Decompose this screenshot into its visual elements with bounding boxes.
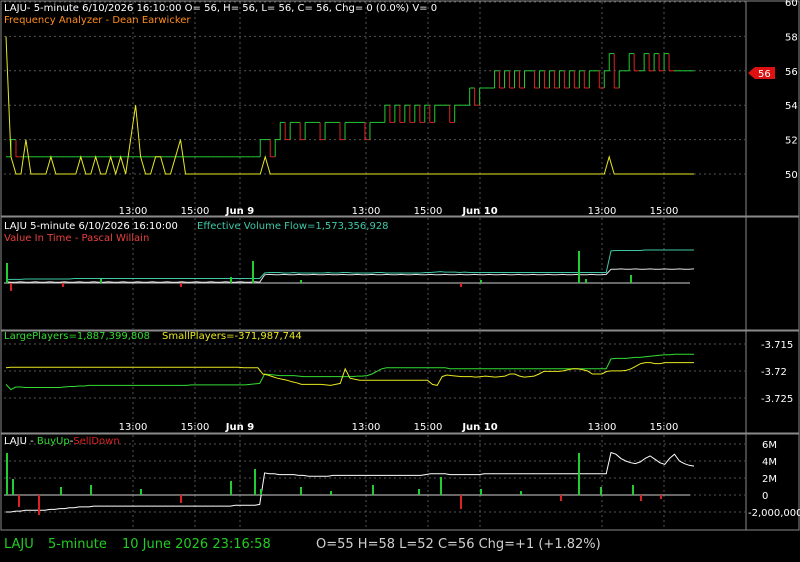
selldown-bar xyxy=(640,495,642,501)
xtick-label: 15:00 xyxy=(650,422,679,433)
p1-ytick-label: 52 xyxy=(785,136,798,147)
p4-ytick-label: -2,000,000 xyxy=(748,508,800,519)
xtick-label: 13:00 xyxy=(588,206,617,217)
volume-bar-down xyxy=(62,283,64,287)
panel1-subtitle: Frequency Analyzer - Dean Earwicker xyxy=(4,15,191,26)
volume-bar-up xyxy=(230,277,232,283)
panel3-large-players: LargePlayers=1,887,399,808 xyxy=(4,331,150,342)
panel4-buyup: BuyUp xyxy=(37,436,70,447)
p3-ytick-label: -3.72 xyxy=(761,367,787,378)
xtick-label: Jun 9 xyxy=(225,422,254,433)
p4-ytick-label: 0 xyxy=(762,491,768,502)
buyup-bar xyxy=(6,453,8,495)
buyup-bar xyxy=(90,485,92,495)
buyup-bar xyxy=(600,487,602,495)
xtick-label: Jun 9 xyxy=(225,206,254,217)
buyup-bar xyxy=(330,491,332,495)
buyup-bar xyxy=(300,487,302,495)
status-ohlc: O=55 H=58 L=52 C=56 Chg=+1 (+1.82%) xyxy=(316,537,601,552)
selldown-bar xyxy=(38,495,40,515)
volume-bar-up xyxy=(300,280,302,283)
volume-bar-down xyxy=(460,283,462,287)
buyup-bar xyxy=(418,489,420,495)
p4-ytick-label: 6M xyxy=(762,440,777,451)
xtick-label: 13:00 xyxy=(588,422,617,433)
p4-ytick-label: 2M xyxy=(762,474,777,485)
xtick-label: 13:00 xyxy=(352,206,381,217)
buyup-bar xyxy=(520,491,522,495)
panel2-volume-flow: Effective Volume Flow=1,573,356,928 xyxy=(197,221,389,232)
xtick-label: 13:00 xyxy=(119,422,148,433)
buyup-bar xyxy=(60,487,62,495)
volume-bar-up xyxy=(100,279,102,283)
xtick-label: 15:00 xyxy=(414,422,443,433)
p1-ytick-label: 60 xyxy=(785,0,798,9)
xtick-label: 15:00 xyxy=(181,422,210,433)
status-interval: 5-minute xyxy=(48,537,107,552)
selldown-bar xyxy=(660,495,662,499)
buyup-bar xyxy=(140,489,142,495)
buyup-bar xyxy=(632,485,634,495)
selldown-bar xyxy=(460,495,462,509)
buyup-bar xyxy=(12,479,14,495)
volume-bar-up xyxy=(630,275,632,283)
panel1-header: LAJU- 5-minute 6/10/2026 16:10:00 O= 56,… xyxy=(4,3,437,14)
xtick-label: 15:00 xyxy=(181,206,210,217)
xtick-label: Jun 10 xyxy=(461,422,497,433)
buyup-bar xyxy=(254,469,256,495)
xtick-label: 15:00 xyxy=(650,206,679,217)
p4-ytick-label: 4M xyxy=(762,457,777,468)
xtick-label: 13:00 xyxy=(119,206,148,217)
p1-ytick-label: 54 xyxy=(785,101,798,112)
buyup-bar xyxy=(372,485,374,495)
p1-ytick-label: 58 xyxy=(785,32,798,43)
volume-bar-up xyxy=(6,263,8,283)
p1-ytick-label: 50 xyxy=(785,170,798,181)
panel4-header-prefix: LAJU - xyxy=(4,436,37,447)
xtick-label: 15:00 xyxy=(414,206,443,217)
buyup-bar xyxy=(480,489,482,495)
selldown-bar xyxy=(180,495,182,503)
xtick-label: 13:00 xyxy=(352,422,381,433)
xtick-label: Jun 10 xyxy=(461,206,497,217)
panel2-subtitle: Value In Time - Pascal Willain xyxy=(4,233,149,244)
volume-bar-down xyxy=(180,283,182,287)
buyup-bar xyxy=(578,453,580,495)
selldown-bar xyxy=(18,495,20,507)
buyup-bar xyxy=(440,477,442,495)
volume-bar-down xyxy=(10,283,12,291)
status-datetime: 10 June 2026 23:16:58 xyxy=(122,537,271,552)
selldown-bar xyxy=(560,495,562,501)
buyup-bar xyxy=(230,481,232,495)
volume-bar-up xyxy=(578,251,580,283)
status-symbol: LAJU xyxy=(4,537,34,552)
p1-ytick-label: 56 xyxy=(785,67,798,78)
chart-canvas: 50 52 54 56 58 60 13:00 15:00 Jun 9 13:00 15:00 Ju… xyxy=(0,0,800,562)
p3-ytick-label: -3.715 xyxy=(761,340,793,351)
price-badge-label: 56 xyxy=(758,69,771,80)
panel4-header: LAJU - BuyUp-SellDown xyxy=(4,436,120,447)
buyup-bar xyxy=(260,489,262,495)
panel3-small-players: SmallPlayers=-371,987,744 xyxy=(162,331,302,342)
p3-ytick-label: -3.725 xyxy=(761,394,793,405)
volume-bar-up xyxy=(252,261,254,283)
volume-bar-up xyxy=(585,279,587,283)
panel4-selldown: SellDown xyxy=(73,436,119,447)
volume-bar-up xyxy=(480,280,482,283)
panel2-header: LAJU 5-minute 6/10/2026 16:10:00 xyxy=(4,221,178,232)
